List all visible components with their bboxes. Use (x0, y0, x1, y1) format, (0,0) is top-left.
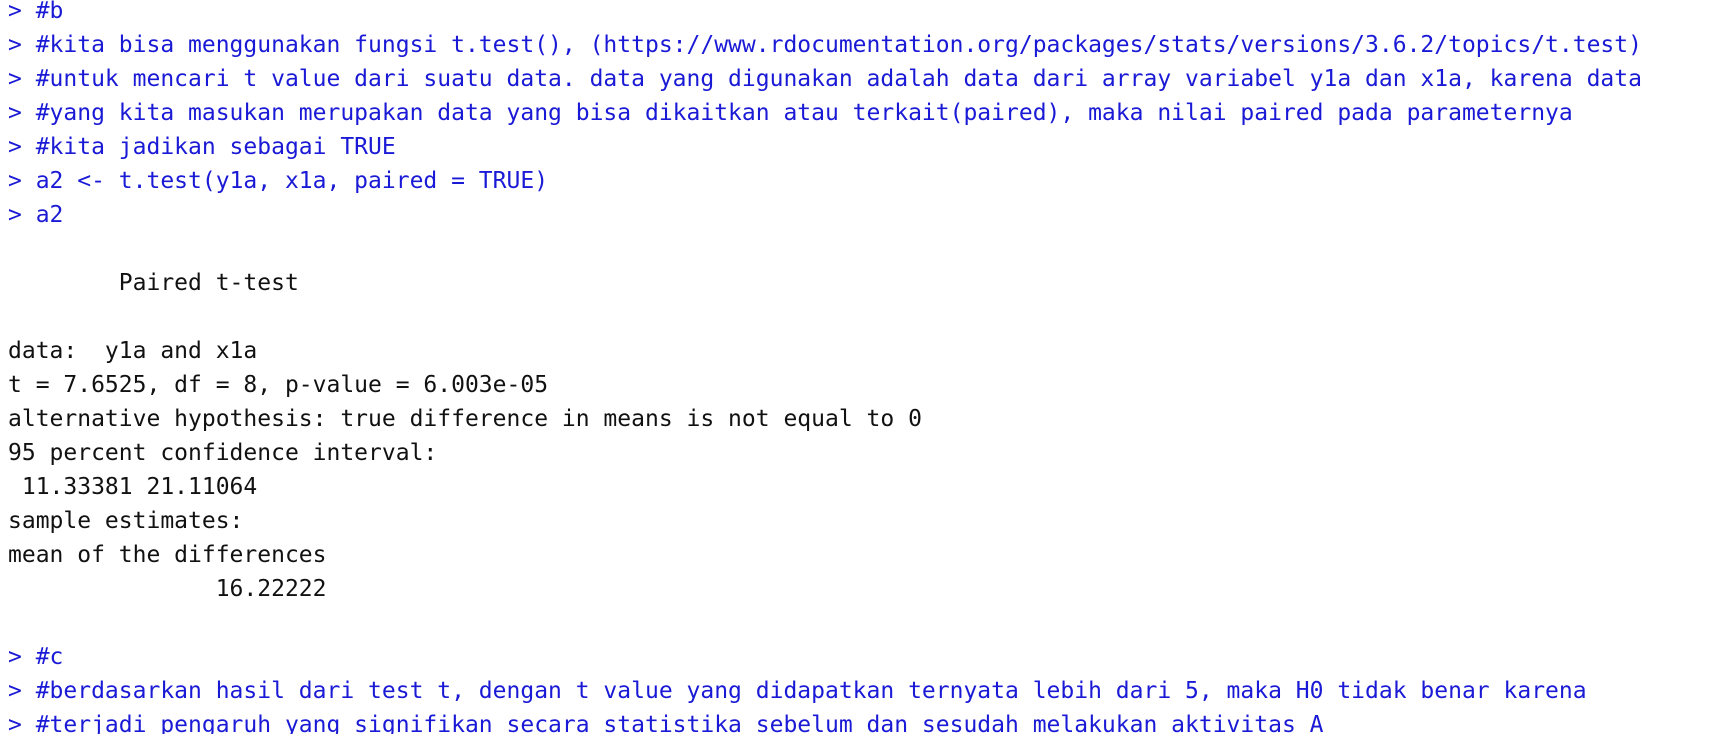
console-output: > #b > #kita bisa menggunakan fungsi t.te… (8, 0, 1642, 734)
console-output-line: Paired t-test (8, 270, 299, 296)
r-console[interactable]: > #b > #kita bisa menggunakan fungsi t.te… (0, 0, 1730, 734)
console-input-line: > #terjadi pengaruh yang signifikan seca… (8, 712, 1324, 734)
console-input-line: > #yang kita masukan merupakan data yang… (8, 100, 1573, 126)
console-input-line: > a2 (8, 202, 64, 228)
console-output-line: sample estimates: (8, 508, 244, 534)
console-output-line: t = 7.6525, df = 8, p-value = 6.003e-05 (8, 372, 549, 398)
console-output-line: data: y1a and x1a (8, 338, 258, 364)
console-input-line: > #untuk mencari t value dari suatu data… (8, 66, 1642, 92)
console-input-line: > #berdasarkan hasil dari test t, dengan… (8, 678, 1587, 704)
console-input-line: > #b (8, 0, 64, 24)
console-output-line: 11.33381 21.11064 (8, 474, 258, 500)
console-output-line: 16.22222 (8, 576, 327, 602)
console-output-line: 95 percent confidence interval: (8, 440, 438, 466)
console-input-line: > #c (8, 644, 64, 670)
console-output-line: alternative hypothesis: true difference … (8, 406, 922, 432)
console-input-line: > #kita jadikan sebagai TRUE (8, 134, 396, 160)
console-input-line: > #kita bisa menggunakan fungsi t.test()… (8, 32, 1642, 58)
console-output-line: mean of the differences (8, 542, 327, 568)
console-input-line: > a2 <- t.test(y1a, x1a, paired = TRUE) (8, 168, 549, 194)
